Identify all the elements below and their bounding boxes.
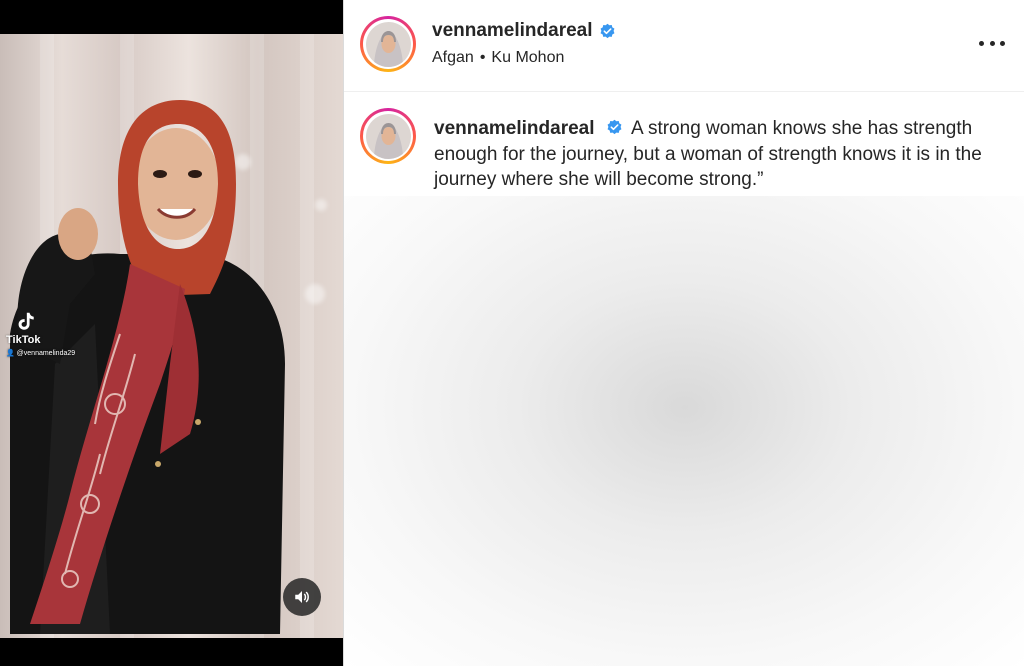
more-options-icon[interactable]: [979, 30, 1005, 56]
caption-username[interactable]: vennamelindareal: [434, 118, 595, 139]
comments-area-blurred: [344, 196, 1024, 666]
header-username-row[interactable]: vennamelindareal: [432, 20, 616, 42]
audio-info[interactable]: Afgan • Ku Mohon: [432, 49, 564, 67]
audio-separator: •: [479, 49, 486, 66]
audio-track[interactable]: Ku Mohon: [491, 49, 564, 66]
audio-artist[interactable]: Afgan: [432, 49, 474, 66]
volume-icon: [295, 591, 309, 603]
caption-comment: vennamelindareal A strong woman knows sh…: [344, 92, 1024, 196]
caption-text-block: vennamelindareal A strong woman knows sh…: [434, 116, 994, 193]
tiktok-watermark: TikTok 👤 @vennamelinda29: [6, 310, 75, 357]
post-panel: vennamelindareal Afgan • Ku Mohon vennam…: [343, 0, 1024, 666]
volume-button[interactable]: [283, 578, 321, 616]
tiktok-handle-label: 👤 @vennamelinda29: [6, 350, 76, 357]
header-username[interactable]: vennamelindareal: [432, 20, 593, 42]
verified-badge-icon: [600, 23, 614, 38]
post-media[interactable]: TikTok 👤 @vennamelinda29: [0, 0, 343, 666]
post-header: vennamelindareal Afgan • Ku Mohon: [344, 0, 1024, 92]
avatar-image: [365, 113, 411, 159]
avatar-image: [365, 21, 411, 67]
caption-avatar[interactable]: [360, 108, 416, 164]
video-player[interactable]: TikTok 👤 @vennamelinda29: [0, 34, 343, 638]
header-avatar[interactable]: [360, 16, 416, 72]
tiktok-brand-label: TikTok: [6, 334, 41, 346]
tiktok-logo-icon: [18, 312, 34, 330]
verified-badge-icon: [607, 119, 622, 135]
